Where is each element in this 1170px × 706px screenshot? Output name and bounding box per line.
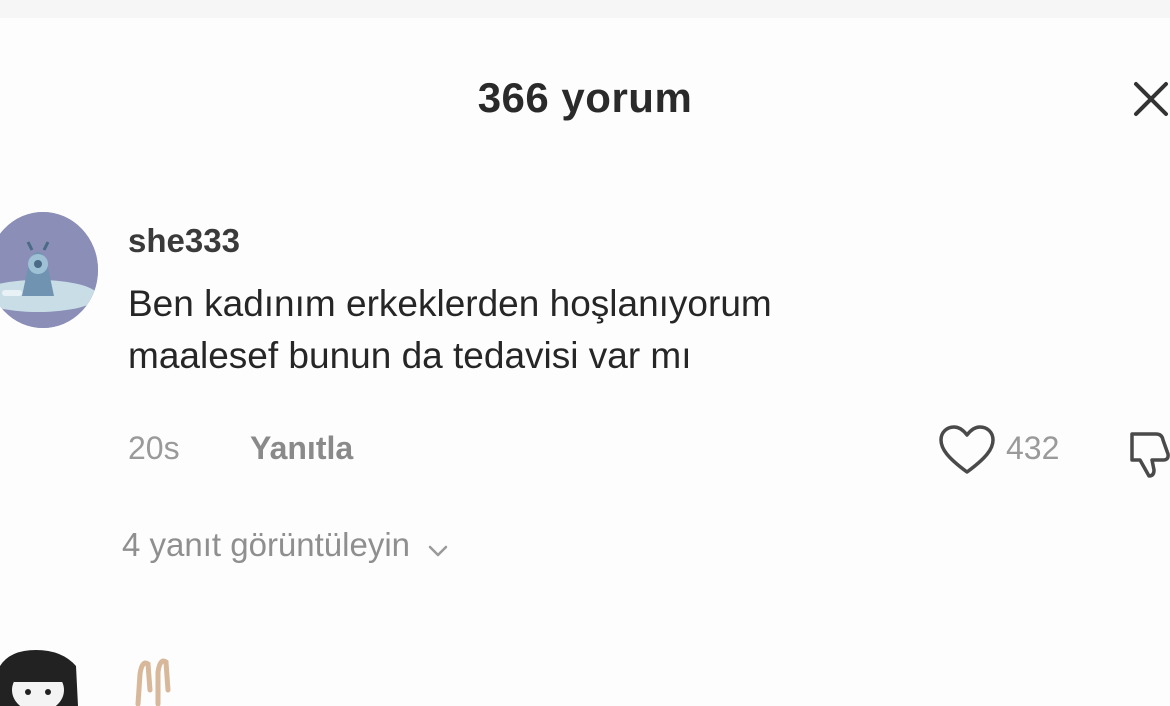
comment-text-line-1: Ben kadınım erkeklerden hoşlanıyorum: [128, 283, 772, 324]
comment-item: she333 Ben kadınım erkeklerden hoşlanıyo…: [0, 208, 1170, 508]
comment-text-line-2: maalesef bunun da tedavisi var mı: [128, 335, 692, 376]
hands-emoji-icon: [135, 658, 171, 706]
close-icon: [1134, 82, 1168, 116]
view-replies-button[interactable]: 4 yanıt görüntüleyin: [122, 526, 449, 566]
comment-username[interactable]: she333: [128, 222, 240, 260]
thumbs-down-icon: [1130, 432, 1170, 478]
dislike-button[interactable]: [1126, 422, 1170, 480]
like-count: 432: [1006, 430, 1060, 466]
heart-icon: [939, 425, 995, 474]
avatar-illustration-icon: [0, 212, 98, 328]
comments-sheet: 366 yorum she333 Ben kadınım erkeklerden…: [0, 0, 1170, 706]
like-button[interactable]: [936, 422, 998, 480]
next-comment-emoji: [128, 650, 178, 706]
comments-count-title: 366 yorum: [477, 74, 693, 121]
cartoon-face-icon: [0, 644, 82, 706]
reply-button[interactable]: Yanıtla: [250, 430, 353, 467]
view-replies-label: 4 yanıt görüntüleyin: [122, 526, 411, 563]
chevron-down-icon: [427, 528, 449, 566]
avatar[interactable]: [0, 212, 98, 328]
close-button[interactable]: [1126, 74, 1170, 122]
next-comment-avatar[interactable]: [0, 644, 82, 706]
comment-timestamp: 20s: [128, 430, 180, 466]
top-edge: [0, 0, 1170, 18]
comment-text: Ben kadınım erkeklerden hoşlanıyorum maa…: [128, 278, 1028, 382]
